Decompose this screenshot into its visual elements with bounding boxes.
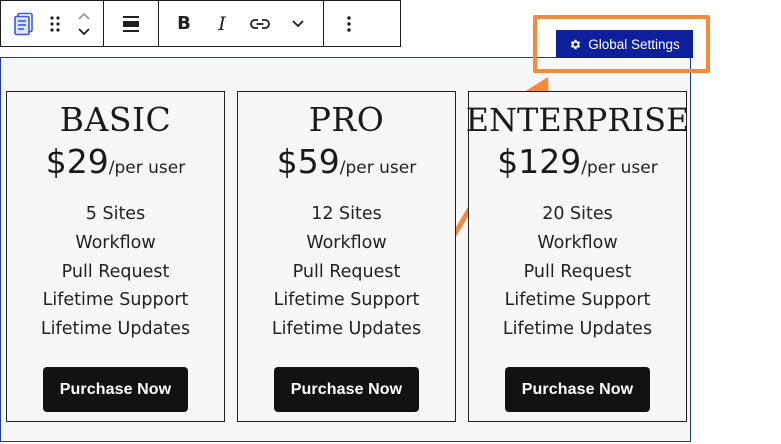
price-row: $59/per user <box>238 142 455 188</box>
document-block-icon[interactable] <box>7 1 41 46</box>
block-toolbar: B I <box>0 0 401 47</box>
options-group <box>324 1 374 46</box>
move-controls <box>69 1 99 46</box>
bold-button[interactable]: B <box>165 1 203 46</box>
block-controls-group <box>1 1 104 46</box>
feature-item: Lifetime Updates <box>502 319 653 340</box>
feature-item: Workflow <box>306 232 387 253</box>
feature-item: Lifetime Support <box>273 290 420 311</box>
align-icon[interactable] <box>112 1 150 46</box>
feature-item: Pull Request <box>61 261 170 282</box>
plan-price: $59 <box>276 142 340 181</box>
more-formats-chevron-down-icon[interactable] <box>279 1 317 46</box>
more-vertical-icon[interactable] <box>330 1 368 46</box>
format-group: B I <box>159 1 324 46</box>
pricing-card-enterprise: ENTERPRISE $129/per user 20 Sites Workfl… <box>465 91 690 422</box>
plan-period: /per user <box>581 158 658 178</box>
feature-item: Pull Request <box>292 261 401 282</box>
feature-list: 5 Sites Workflow Pull Request Lifetime S… <box>7 200 224 344</box>
feature-item: Lifetime Updates <box>271 319 422 340</box>
feature-list: 20 Sites Workflow Pull Request Lifetime … <box>469 200 686 344</box>
plan-title: ENTERPRISE <box>465 101 690 139</box>
feature-item: Workflow <box>75 232 156 253</box>
feature-item: Lifetime Updates <box>40 319 191 340</box>
italic-button[interactable]: I <box>203 1 241 46</box>
plan-price: $29 <box>45 142 109 181</box>
purchase-now-button[interactable]: Purchase Now <box>505 367 650 412</box>
feature-item: Workflow <box>537 232 618 253</box>
plan-period: /per user <box>339 158 417 178</box>
plan-title: PRO <box>308 100 385 139</box>
plan-price: $129 <box>497 142 582 181</box>
feature-item: Lifetime Support <box>42 290 189 311</box>
chevron-down-icon[interactable] <box>77 27 91 37</box>
link-icon[interactable] <box>241 1 279 46</box>
pricing-card-pro: PRO $59/per user 12 Sites Workflow Pull … <box>237 91 456 422</box>
feature-list: 12 Sites Workflow Pull Request Lifetime … <box>238 200 455 344</box>
annotation-highlight-box <box>533 15 710 73</box>
chevron-up-icon[interactable] <box>77 11 91 21</box>
feature-item: 12 Sites <box>311 204 382 224</box>
drag-handle-icon[interactable] <box>41 1 69 46</box>
plan-title: BASIC <box>59 100 172 139</box>
price-row: $29/per user <box>7 142 224 188</box>
plan-period: /per user <box>108 158 186 178</box>
price-row: $129/per user <box>469 142 686 188</box>
pricing-card-basic: BASIC $29/per user 5 Sites Workflow Pull… <box>6 91 225 422</box>
purchase-now-button[interactable]: Purchase Now <box>274 367 419 412</box>
feature-item: Pull Request <box>523 261 632 282</box>
feature-item: 20 Sites <box>542 204 613 224</box>
align-group <box>104 1 159 46</box>
feature-item: Lifetime Support <box>504 290 651 311</box>
feature-item: 5 Sites <box>85 204 146 224</box>
purchase-now-button[interactable]: Purchase Now <box>43 367 188 412</box>
